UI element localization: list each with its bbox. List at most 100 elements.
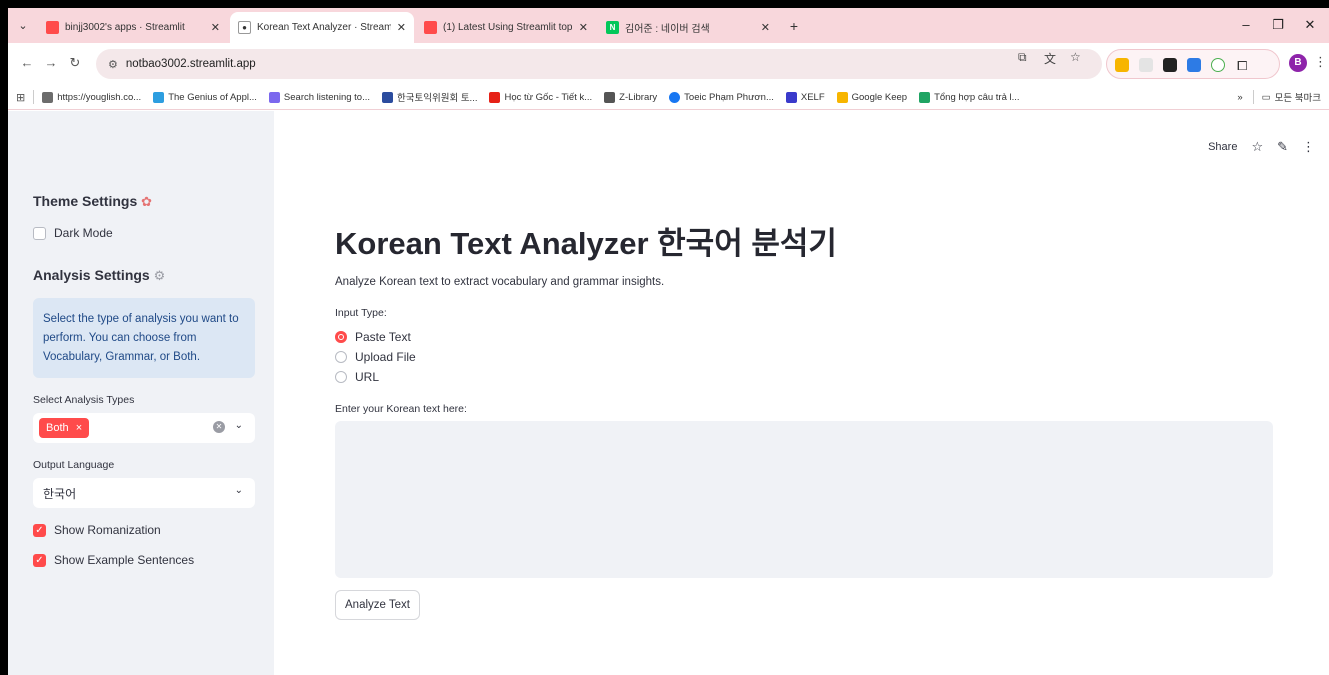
video-extension-icon[interactable] [1163, 58, 1177, 72]
page-subtitle: Analyze Korean text to extract vocabular… [335, 276, 665, 288]
tab-search-icon[interactable]: ⌄ [14, 17, 32, 35]
edit-pencil-icon[interactable]: ✎ [1277, 139, 1288, 155]
tab-streamlit-topics[interactable]: (1) Latest Using Streamlit topi ✕ [416, 12, 596, 43]
genius-icon [153, 91, 165, 103]
bookmark-star-icon[interactable]: ☆ [1070, 50, 1081, 64]
keep-extension-icon[interactable] [1115, 58, 1129, 72]
show-example-sentences-checkbox[interactable]: ✓ Show Example Sentences [33, 553, 194, 567]
extensions-area: ⧠ [1106, 49, 1280, 79]
analysis-types-label: Select Analysis Types [33, 394, 135, 406]
app-menu-icon[interactable]: ⋮ [1302, 139, 1315, 155]
toeic-kr-icon [382, 91, 393, 103]
output-language-select[interactable]: 한국어 ⌄ [33, 478, 255, 508]
bookmarks-right: » ▭ 모든 북마크 [1237, 90, 1321, 104]
reload-icon[interactable]: ↻ [66, 55, 84, 71]
all-bookmarks-link[interactable]: 모든 북마크 [1275, 90, 1321, 104]
naver-icon: N [606, 21, 619, 34]
input-type-label: Input Type: [335, 307, 387, 319]
tab-korean-text-analyzer[interactable]: ● Korean Text Analyzer · Streaml ✕ [230, 12, 414, 43]
tab-close-icon[interactable]: ✕ [211, 21, 220, 34]
more-bookmarks-icon[interactable]: » [1237, 92, 1242, 103]
cast-icon[interactable]: ⧉ [1018, 50, 1027, 65]
bookmarks-bar: ⊞ https://youglish.co... The Genius of A… [8, 85, 1329, 110]
radio-url[interactable]: URL [335, 370, 379, 384]
radio-unselected-icon[interactable] [335, 371, 347, 383]
youglish-icon [42, 91, 54, 103]
share-button[interactable]: Share [1208, 141, 1237, 153]
browser-menu-icon[interactable]: ⋮ [1314, 54, 1327, 70]
text-area-label: Enter your Korean text here: [335, 403, 467, 415]
analysis-types-multiselect[interactable]: Both × ✕ ⌄ [33, 413, 255, 443]
radio-upload-file[interactable]: Upload File [335, 350, 416, 364]
site-info-icon[interactable]: ⚙ [108, 58, 118, 71]
drive-icon [919, 91, 931, 103]
bookmark-google-keep[interactable]: Google Keep [836, 91, 907, 103]
tag-remove-icon[interactable]: × [76, 422, 82, 434]
bookmark-genius[interactable]: The Genius of Appl... [153, 91, 257, 103]
korean-text-input[interactable] [335, 421, 1273, 578]
theme-settings-heading: Theme Settings ✿ [33, 193, 153, 209]
listening-icon [268, 91, 280, 103]
youtube-icon [489, 91, 501, 103]
facebook-icon [669, 91, 681, 103]
chevron-down-icon[interactable]: ⌄ [235, 485, 243, 496]
sidebar: Theme Settings ✿ Dark Mode Analysis Sett… [8, 111, 274, 675]
xelf-icon [785, 91, 797, 103]
streamlit-icon [424, 21, 437, 34]
bookmarks-divider [1252, 90, 1254, 104]
radio-unselected-icon[interactable] [335, 351, 347, 363]
bookmark-toeic-kr[interactable]: 한국토익위원회 토... [382, 90, 477, 104]
show-romanization-checkbox[interactable]: ✓ Show Romanization [33, 523, 161, 537]
minimize-icon[interactable]: – [1236, 17, 1256, 32]
star-icon[interactable]: ☆ [1251, 139, 1263, 155]
checkbox-checked-icon[interactable]: ✓ [33, 553, 46, 567]
back-icon[interactable]: ← [18, 55, 36, 70]
url-text: notbao3002.streamlit.app [125, 58, 256, 70]
green-extension-icon[interactable] [1211, 58, 1225, 72]
bookmark-youglish[interactable]: https://youglish.co... [42, 91, 141, 103]
browser-window: ⌄ binjj3002's apps · Streamlit ✕ ● Korea… [8, 8, 1329, 675]
tab-streamlit-apps[interactable]: binjj3002's apps · Streamlit ✕ [38, 12, 228, 43]
selected-tag-both[interactable]: Both × [39, 418, 90, 438]
restore-icon[interactable]: ❐ [1268, 17, 1288, 33]
checkbox-box[interactable] [33, 226, 46, 240]
bookmark-toeic-pham[interactable]: Toeic Phạm Phươn... [669, 91, 774, 103]
profile-avatar[interactable]: B [1289, 54, 1307, 72]
chevron-down-icon[interactable]: ⌄ [235, 420, 243, 431]
tab-close-icon[interactable]: ✕ [579, 21, 588, 34]
close-window-icon[interactable]: ✕ [1300, 17, 1320, 33]
checkbox-checked-icon[interactable]: ✓ [33, 523, 46, 537]
gear-icon: ⚙ [153, 268, 166, 283]
dark-mode-checkbox[interactable]: Dark Mode [33, 226, 113, 240]
translate-icon[interactable]: 文 [1044, 50, 1056, 67]
apps-grid-icon[interactable]: ⊞ [16, 91, 25, 104]
zlibrary-icon [604, 91, 616, 103]
radio-paste-text[interactable]: Paste Text [335, 330, 411, 344]
clear-selection-icon[interactable]: ✕ [213, 421, 225, 433]
forward-icon[interactable]: → [42, 55, 60, 70]
bookmark-hoc-tu-goc[interactable]: Học từ Gốc - Tiết k... [489, 91, 592, 103]
bookmark-xelf[interactable]: XELF [785, 91, 825, 103]
tab-close-icon[interactable]: ✕ [761, 21, 770, 34]
app-header-actions: Share ☆ ✎ ⋮ [1194, 139, 1315, 155]
bookmark-tong-hop[interactable]: Tổng hợp câu trả l... [919, 91, 1020, 103]
address-bar[interactable]: ⚙ notbao3002.streamlit.app [96, 49, 1102, 79]
radio-selected-icon[interactable] [335, 331, 347, 343]
note-extension-icon[interactable] [1187, 58, 1201, 72]
korea-flag-icon: ● [238, 21, 251, 34]
reader-extension-icon[interactable] [1139, 58, 1153, 72]
keep-icon [836, 91, 848, 103]
streamlit-icon [46, 21, 59, 34]
tab-close-icon[interactable]: ✕ [397, 21, 406, 34]
new-tab-button[interactable]: + [785, 17, 803, 35]
folder-icon: ▭ [1261, 91, 1271, 103]
tab-naver-search[interactable]: N 김어준 : 네이버 검색 ✕ [598, 12, 778, 43]
bookmark-zlibrary[interactable]: Z-Library [604, 91, 657, 103]
analysis-settings-heading: Analysis Settings ⚙ [33, 267, 166, 283]
extensions-puzzle-icon[interactable]: ⧠ [1237, 58, 1251, 73]
page-title: Korean Text Analyzer 한국어 분석기 [335, 226, 837, 261]
tab-strip: ⌄ binjj3002's apps · Streamlit ✕ ● Korea… [8, 8, 1329, 43]
analyze-text-button[interactable]: Analyze Text [335, 590, 420, 620]
bookmark-listening[interactable]: Search listening to... [268, 91, 370, 103]
palette-icon: ✿ [141, 194, 153, 209]
